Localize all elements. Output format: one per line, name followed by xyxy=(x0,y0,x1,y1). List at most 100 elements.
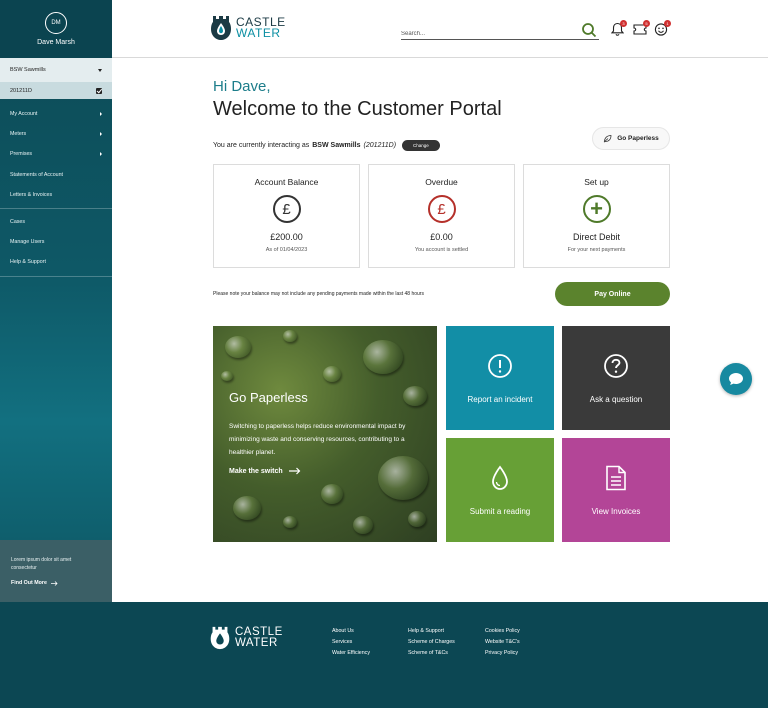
card-subtext: As of 01/04/2023 xyxy=(265,247,308,253)
footer-link-cookies-policy[interactable]: Cookies Policy xyxy=(485,626,520,637)
go-paperless-promo[interactable]: Go Paperless Switching to paperless help… xyxy=(213,326,437,542)
chevron-right-icon xyxy=(100,152,102,157)
find-out-more-link[interactable]: Find Out More xyxy=(11,580,101,586)
question-icon xyxy=(604,354,628,378)
user-name: Dave Marsh xyxy=(37,39,75,46)
search-input[interactable] xyxy=(401,26,571,42)
tile-label: Ask a question xyxy=(589,395,643,404)
profile-badge: 1 xyxy=(664,20,671,27)
make-the-switch-label: Make the switch xyxy=(229,467,283,475)
search-bar xyxy=(401,22,599,42)
balance-note: Please note your balance may not include… xyxy=(213,291,424,297)
make-the-switch-link[interactable]: Make the switch xyxy=(229,467,301,475)
pound-icon: £ xyxy=(272,195,301,223)
water-drop-icon xyxy=(492,465,508,490)
water-drop-decoration xyxy=(353,516,373,534)
sidebar-item-label: Statements of Account xyxy=(10,171,63,178)
go-paperless-button[interactable]: Go Paperless xyxy=(592,127,670,150)
sidebar-item-my-account[interactable]: My Account xyxy=(0,104,112,124)
card-value: £200.00 xyxy=(270,232,303,242)
tile-label: View Invoices xyxy=(591,507,641,516)
footer-logo[interactable]: CASTLE WATER xyxy=(209,625,283,651)
pay-online-button[interactable]: Pay Online xyxy=(555,282,670,306)
interacting-prefix: You are currently interacting as xyxy=(213,142,310,149)
footer-link-services[interactable]: Services xyxy=(332,637,370,648)
notification-badge: 3 xyxy=(620,20,627,27)
interacting-as: You are currently interacting as BSW Saw… xyxy=(213,140,440,151)
top-header: CASTLE WATER 3 5 1 xyxy=(112,0,768,58)
go-paperless-label: Go Paperless xyxy=(617,135,659,142)
castle-water-logo[interactable]: CASTLE WATER xyxy=(210,14,286,42)
footer-link-water-efficiency[interactable]: Water Efficiency xyxy=(332,648,370,659)
account-checkbox[interactable] xyxy=(96,87,102,94)
document-icon xyxy=(606,465,626,491)
footer-link-scheme-of-charges[interactable]: Scheme of Charges xyxy=(408,637,455,648)
user-profile[interactable]: DM Dave Marsh xyxy=(0,0,112,58)
account-select[interactable]: BSW Sawmills xyxy=(0,58,112,82)
card-subtext: You account is settled xyxy=(414,247,469,253)
chevron-down-icon xyxy=(98,68,102,72)
submit-reading-tile[interactable]: Submit a reading xyxy=(446,438,554,542)
chevron-right-icon xyxy=(100,132,102,137)
sidebar-item-letters-invoices[interactable]: Letters & Invoices xyxy=(0,185,112,205)
view-invoices-tile[interactable]: View Invoices xyxy=(562,438,670,542)
sidebar-item-premises[interactable]: Premises xyxy=(0,144,112,164)
card-value: Direct Debit xyxy=(572,232,620,242)
card-subtext: For your next payments xyxy=(567,247,626,253)
report-incident-tile[interactable]: Report an incident xyxy=(446,326,554,430)
find-out-more-label: Find Out More xyxy=(11,580,47,586)
interacting-id: (201211D) xyxy=(363,142,397,149)
sidebar-nav: My Account Meters Premises Statements of… xyxy=(0,99,112,205)
sidebar-divider xyxy=(0,207,112,209)
water-drop-decoration xyxy=(408,511,426,527)
page-title: Welcome to the Customer Portal xyxy=(213,98,502,120)
sidebar-item-cases[interactable]: Cases xyxy=(0,212,112,232)
footer-link-about-us[interactable]: About Us xyxy=(332,626,370,637)
sidebar: DM Dave Marsh BSW Sawmills 201211D My Ac… xyxy=(0,0,112,602)
water-drop-decoration xyxy=(378,456,428,500)
messages-button[interactable]: 5 xyxy=(633,20,650,41)
overdue-card: Overdue £ £0.00 You account is settled xyxy=(368,164,515,268)
sidebar-item-label: Meters xyxy=(10,131,27,138)
footer-link-scheme-of-tcs[interactable]: Scheme of T&Cs xyxy=(408,648,455,659)
plus-icon[interactable]: + xyxy=(582,195,611,223)
logo-line-2: WATER xyxy=(236,26,281,40)
account-id-row[interactable]: 201211D xyxy=(0,82,112,99)
chat-button[interactable] xyxy=(720,363,752,395)
search-icon[interactable] xyxy=(581,22,597,38)
ask-question-tile[interactable]: Ask a question xyxy=(562,326,670,430)
sidebar-item-label: Premises xyxy=(10,151,33,158)
chevron-right-icon xyxy=(100,112,102,117)
sidebar-item-statements[interactable]: Statements of Account xyxy=(0,165,112,185)
water-drop-decoration xyxy=(233,496,261,520)
sidebar-nav-secondary: Cases Manage Users Help & Support xyxy=(0,212,112,273)
footer: CASTLE WATER About Us Services Water Eff… xyxy=(0,602,768,708)
chat-bubble-icon xyxy=(729,373,743,385)
footer-wordmark: CASTLE WATER xyxy=(235,626,283,649)
water-drop-decoration xyxy=(221,371,233,381)
sidebar-item-label: Cases xyxy=(10,219,26,226)
avatar[interactable]: DM xyxy=(45,12,67,34)
profile-button[interactable]: 1 xyxy=(654,20,671,41)
footer-link-website-tcs[interactable]: Website T&C's xyxy=(485,637,520,648)
sidebar-item-help-support[interactable]: Help & Support xyxy=(0,252,112,272)
messages-badge: 5 xyxy=(643,20,650,27)
water-drop-decoration xyxy=(225,336,251,358)
arrow-right-icon xyxy=(288,467,301,475)
pound-icon: £ xyxy=(427,195,456,223)
card-title: Account Balance xyxy=(254,177,319,187)
card-title: Overdue xyxy=(425,177,458,187)
sidebar-divider xyxy=(0,275,112,277)
footer-link-help-support[interactable]: Help & Support xyxy=(408,626,455,637)
castle-logo-icon xyxy=(210,626,230,650)
change-account-button[interactable]: Change xyxy=(402,140,440,151)
sidebar-item-label: Help & Support xyxy=(10,259,46,266)
direct-debit-card[interactable]: Set up + Direct Debit For your next paym… xyxy=(523,164,670,268)
sidebar-item-manage-users[interactable]: Manage Users xyxy=(0,232,112,252)
sidebar-item-meters[interactable]: Meters xyxy=(0,124,112,144)
sidebar-promo-text: Lorem ipsum dolor sit amet consectetur xyxy=(11,557,72,571)
notifications-button[interactable]: 3 xyxy=(610,20,627,41)
sidebar-item-label: My Account xyxy=(10,111,38,118)
footer-link-privacy-policy[interactable]: Privacy Policy xyxy=(485,648,520,659)
greeting: Hi Dave, xyxy=(213,78,271,95)
